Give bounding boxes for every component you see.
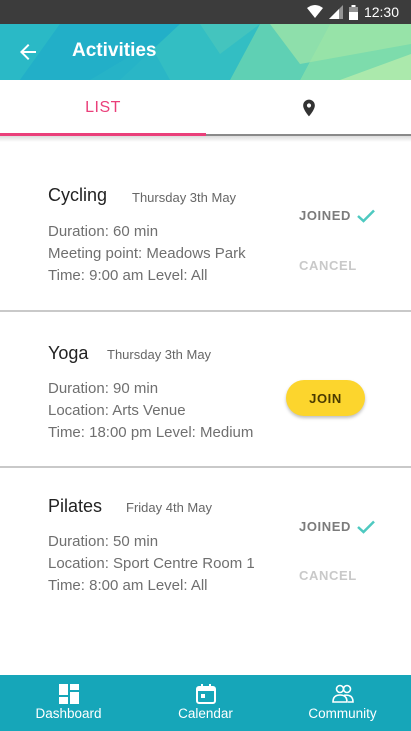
activity-location: Meeting point: Meadows Park [48,245,246,262]
status-icons: 12:30 [306,0,411,24]
activity-time-level: Time: 8:00 am Level: All [48,577,208,594]
nav-label: Calendar [178,706,233,721]
nav-label: Community [308,706,377,721]
nav-item-dashboard[interactable]: Dashboard [0,675,137,731]
activity-time-level: Time: 9:00 am Level: All [48,267,208,284]
tab-bar: LIST [0,80,411,136]
nav-label: Dashboard [35,706,102,721]
activity-card-yoga: Yoga Thursday 3th May Duration: 90 min L… [0,312,411,468]
join-button[interactable]: JOIN [286,380,365,416]
activity-name: Cycling [48,185,108,205]
tab-list[interactable]: LIST [0,80,206,136]
joined-status: JOINED [299,208,375,223]
nav-item-calendar[interactable]: Calendar [137,675,274,731]
status-time: 12:30 [363,4,399,20]
activity-date: Thursday 3th May [132,190,237,205]
dashboard-icon [58,684,79,704]
tabs-shadow [0,136,411,142]
cancel-button[interactable]: CANCEL [299,568,357,583]
tab-list-label: LIST [85,99,121,116]
cancel-button[interactable]: CANCEL [299,258,357,273]
activity-duration: Duration: 50 min [48,533,159,550]
page-title: Activities [72,40,157,61]
activity-name: Yoga [48,343,89,363]
joined-label: JOINED [299,519,352,534]
activity-time-level: Time: 18:00 pm Level: Medium [48,424,254,441]
activity-card-pilates: Pilates Friday 4th May Duration: 50 min … [0,468,411,624]
signal-icon [328,5,343,19]
community-icon [331,684,354,703]
activity-location: Location: Arts Venue [48,402,186,419]
check-icon [357,520,375,534]
joined-status: JOINED [299,519,375,534]
activity-name: Pilates [48,496,103,516]
battery-icon [348,4,358,20]
status-bar: 12:30 [0,0,411,24]
arrow-back-icon [20,44,36,60]
wifi-icon [306,5,323,19]
tab-map[interactable] [206,80,411,136]
activity-card-cycling: Cycling Thursday 3th May Duration: 60 mi… [0,156,411,312]
activity-duration: Duration: 60 min [48,223,159,240]
back-button[interactable] [16,40,40,64]
app-bar-pattern [0,24,411,80]
calendar-icon [195,684,216,704]
bottom-nav: Dashboard Calendar Community [0,675,411,731]
activity-date: Thursday 3th May [107,347,212,362]
location-pin-icon [302,99,315,117]
activity-list: Cycling Thursday 3th May Duration: 60 mi… [0,156,411,624]
nav-item-community[interactable]: Community [274,675,411,731]
check-icon [357,209,375,223]
activity-date: Friday 4th May [126,500,212,515]
joined-label: JOINED [299,208,352,223]
activity-duration: Duration: 90 min [48,380,159,397]
activity-location: Location: Sport Centre Room 1 [48,555,255,572]
app-bar: Activities [0,24,411,80]
